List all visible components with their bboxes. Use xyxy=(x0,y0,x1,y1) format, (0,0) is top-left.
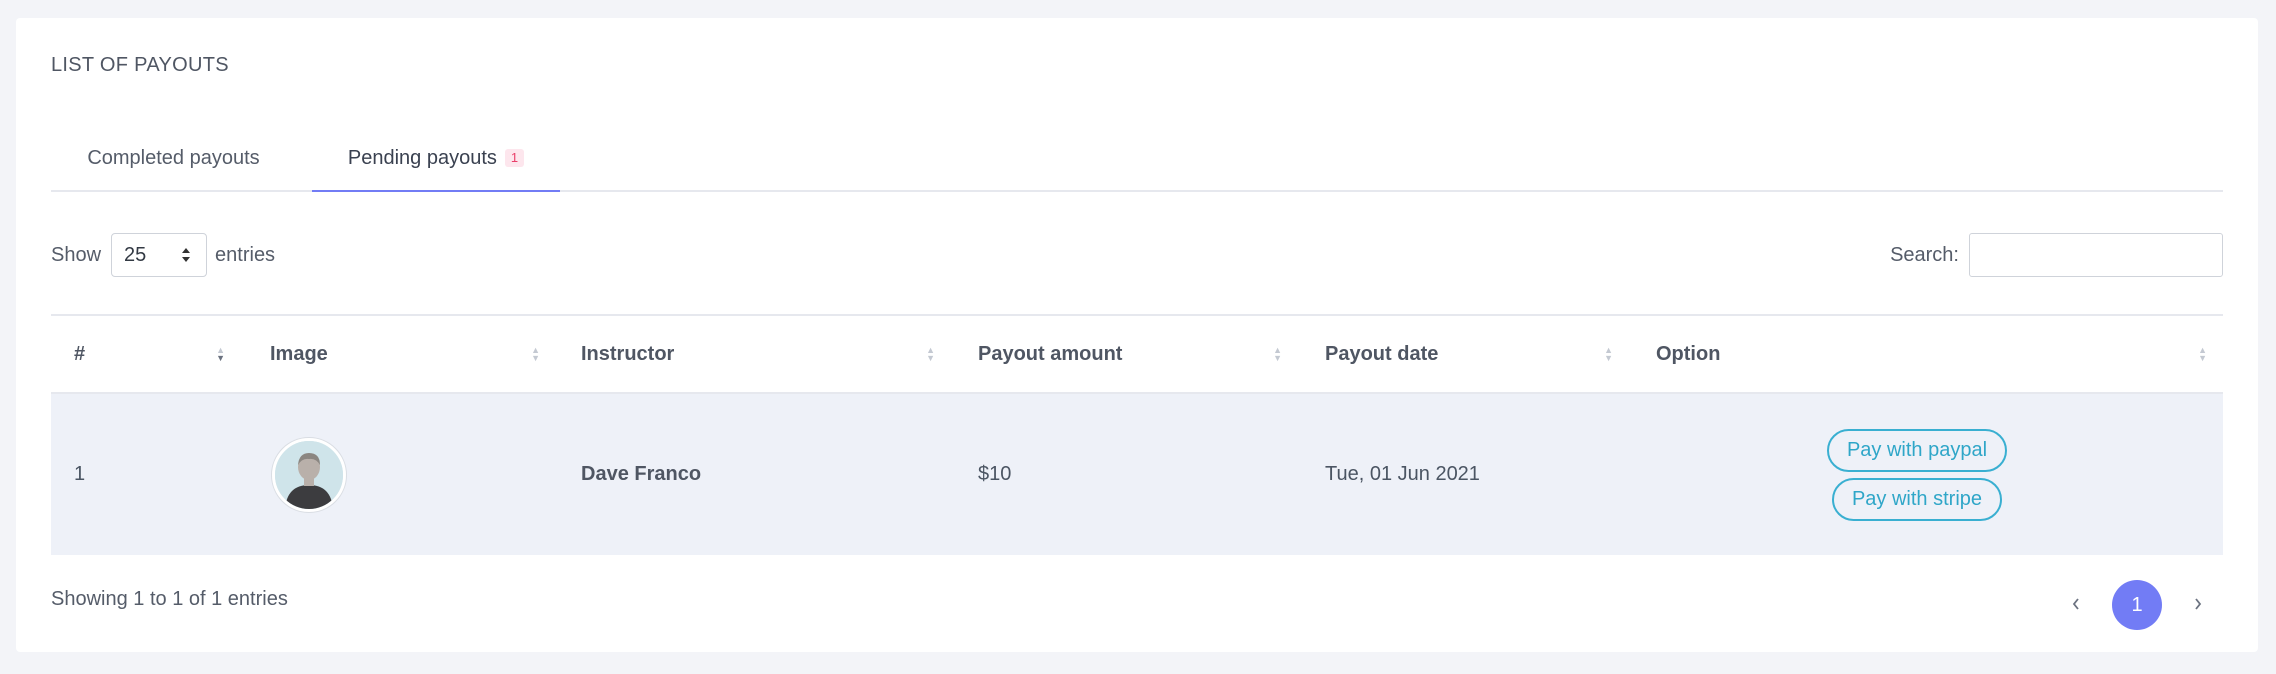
payouts-card: LIST OF PAYOUTS Completed payouts Pendin… xyxy=(16,18,2258,652)
row-payout-date: Tue, 01 Jun 2021 xyxy=(1325,463,1480,485)
entries-label: entries xyxy=(215,243,276,266)
tab-completed-payouts[interactable]: Completed payouts xyxy=(51,126,296,190)
tab-label: Pending payouts xyxy=(347,146,497,169)
sort-icon: ▲ ▼ xyxy=(1273,345,1282,363)
search-label: Search: xyxy=(1890,243,1959,266)
sort-icon: ▲ ▼ xyxy=(216,345,225,363)
pay-with-paypal-button[interactable]: Pay with paypal xyxy=(1826,428,2008,472)
column-header-image[interactable]: Image ▲ ▼ xyxy=(247,315,558,393)
sort-icon: ▲ ▼ xyxy=(926,345,935,363)
tab-label: Completed payouts xyxy=(87,146,260,169)
search-control: Search: xyxy=(1890,230,2223,280)
column-header-payout-amount[interactable]: Payout amount ▲ ▼ xyxy=(955,315,1302,393)
entries-select-value: 25 xyxy=(124,243,147,266)
sort-icon: ▲ ▼ xyxy=(531,345,540,363)
pay-with-stripe-button[interactable]: Pay with stripe xyxy=(1831,477,2003,521)
row-instructor: Dave Franco xyxy=(581,463,702,485)
pagination: 1 xyxy=(2066,580,2208,630)
payouts-table: # ▲ ▼ Image ▲ ▼ Instructor ▲ ▼ Payout amoun… xyxy=(51,314,2223,555)
column-header-option[interactable]: Option ▲ ▼ xyxy=(1633,315,2223,393)
chevron-left-icon[interactable] xyxy=(2066,594,2086,617)
avatar xyxy=(272,437,346,512)
table-header-row: # ▲ ▼ Image ▲ ▼ Instructor ▲ ▼ Payout amoun… xyxy=(51,315,2223,393)
table-row: 1 Dave Franco $10 Tue, 01 Jun 2021 Pay w… xyxy=(51,393,2223,555)
column-header-index[interactable]: # ▲ ▼ xyxy=(51,315,247,393)
row-image-cell xyxy=(247,393,558,555)
sort-icon: ▲ ▼ xyxy=(2198,345,2207,363)
pending-count-badge: 1 xyxy=(504,149,525,167)
page-button-current[interactable]: 1 xyxy=(2112,580,2162,630)
entries-length-control: Show 25 entries xyxy=(51,230,275,280)
row-options: Pay with paypal Pay with stripe xyxy=(1633,393,2223,555)
table-info: Showing 1 to 1 of 1 entries xyxy=(51,588,288,610)
page-title: LIST OF PAYOUTS xyxy=(51,54,229,76)
select-arrows-icon xyxy=(180,246,192,264)
column-header-payout-date[interactable]: Payout date ▲ ▼ xyxy=(1302,315,1633,393)
payout-tabs: Completed payouts Pending payouts 1 xyxy=(51,126,2223,192)
show-label: Show xyxy=(51,243,102,266)
sort-icon: ▲ ▼ xyxy=(1604,345,1613,363)
search-input[interactable] xyxy=(1969,233,2223,277)
chevron-right-icon[interactable] xyxy=(2188,594,2208,617)
row-index: 1 xyxy=(74,463,86,485)
column-header-instructor[interactable]: Instructor ▲ ▼ xyxy=(558,315,955,393)
row-payout-amount: $10 xyxy=(978,463,1012,485)
tab-pending-payouts[interactable]: Pending payouts 1 xyxy=(312,126,560,192)
entries-select[interactable]: 25 xyxy=(111,233,208,277)
